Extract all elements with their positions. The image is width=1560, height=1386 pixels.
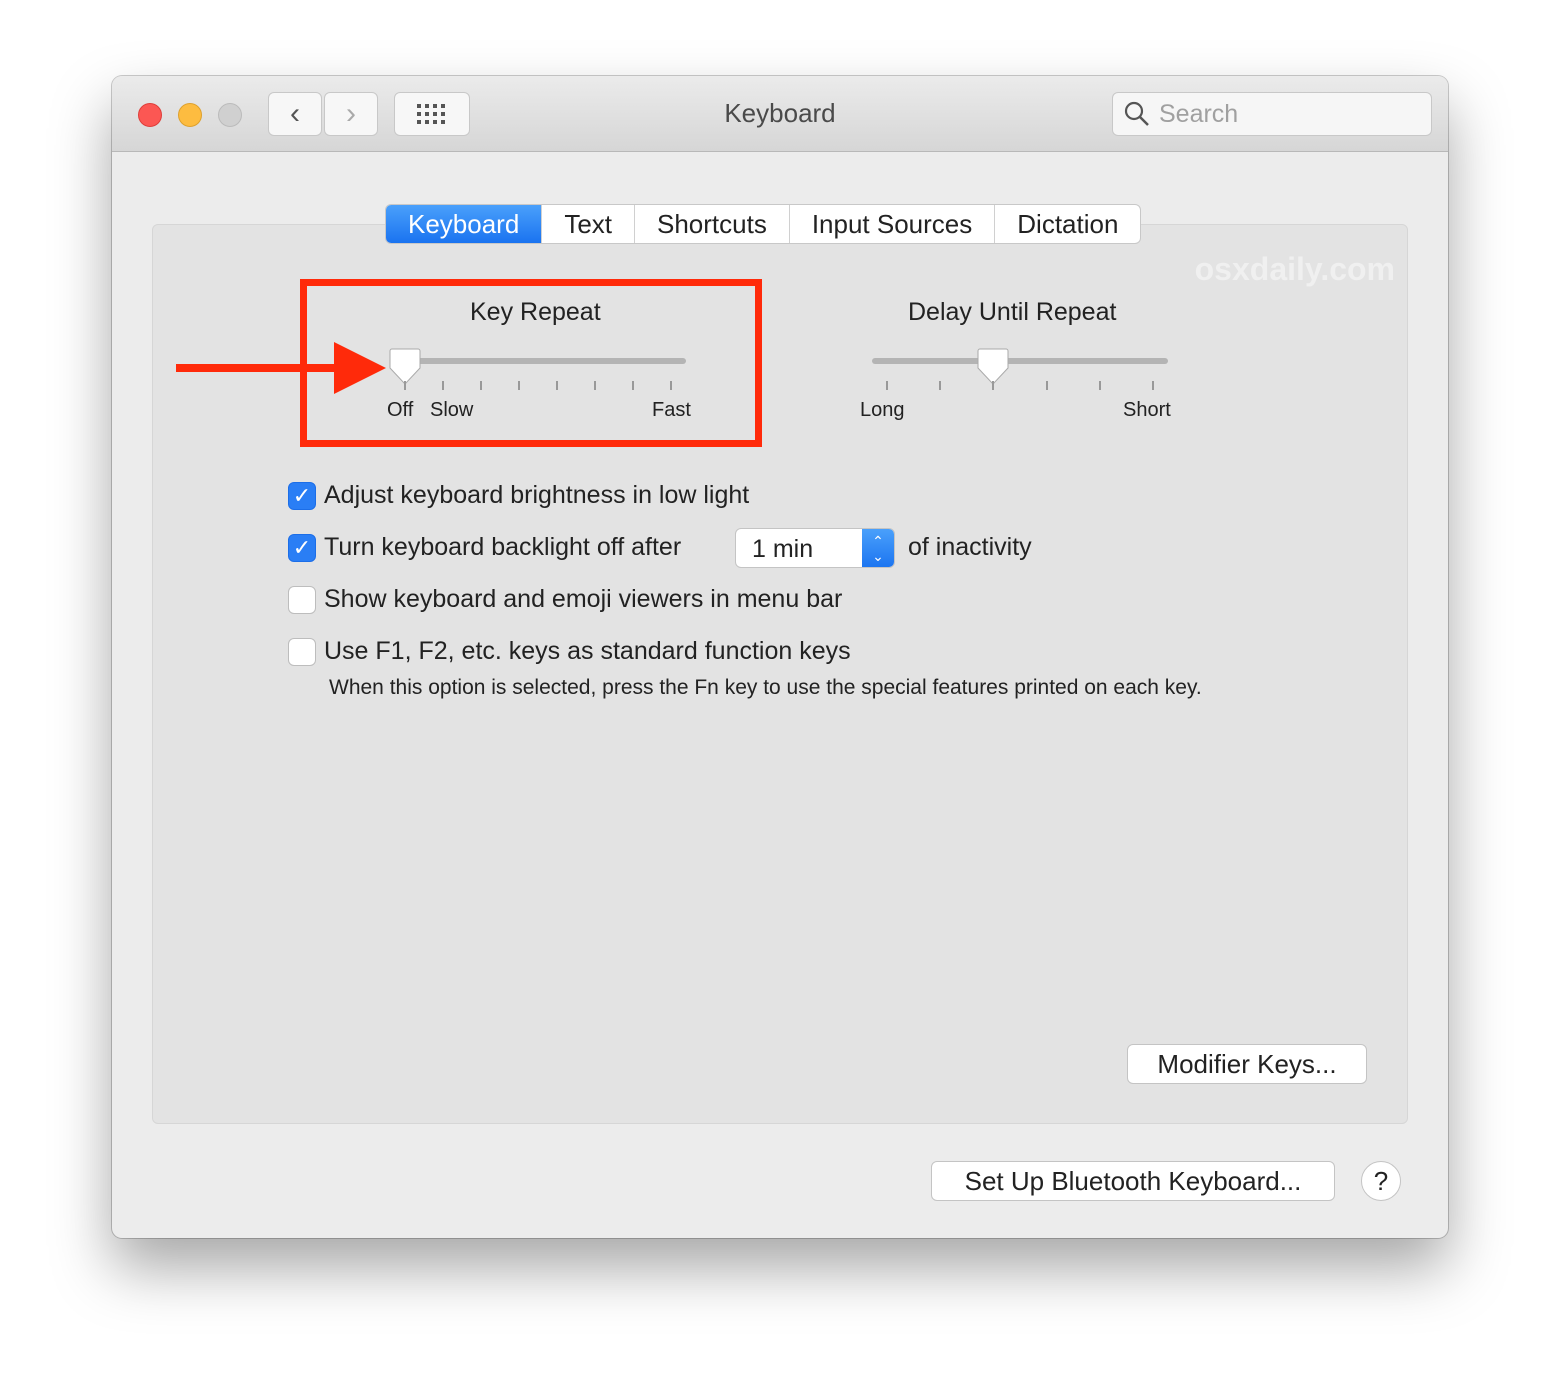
delay-tick [1098, 381, 1101, 390]
tab-dictation[interactable]: Dictation [994, 205, 1140, 243]
delay-slider[interactable] [872, 358, 1168, 364]
function-keys-note: When this option is selected, press the … [329, 676, 1202, 699]
backlight-label: Turn keyboard backlight off after [324, 533, 682, 561]
brightness-label: Adjust keyboard brightness in low light [324, 481, 750, 509]
search-placeholder: Search [1159, 99, 1239, 128]
backlight-checkbox[interactable]: ✓ [288, 534, 316, 562]
tab-shortcuts[interactable]: Shortcuts [634, 205, 789, 243]
backlight-timeout-select[interactable]: 1 min ⌃ ⌄ [735, 528, 895, 568]
tab-bar: Keyboard Text Shortcuts Input Sources Di… [385, 204, 1142, 244]
bluetooth-keyboard-button[interactable]: Set Up Bluetooth Keyboard... [931, 1161, 1335, 1201]
tab-keyboard[interactable]: Keyboard [386, 205, 542, 243]
function-keys-label: Use F1, F2, etc. keys as standard functi… [324, 637, 851, 665]
select-value: 1 min [752, 535, 814, 563]
title-bar: ‹ › Keyboard Search [112, 76, 1448, 152]
modifier-keys-button[interactable]: Modifier Keys... [1127, 1044, 1367, 1084]
delay-tick [992, 381, 995, 390]
help-button[interactable]: ? [1361, 1161, 1401, 1201]
keyboard-preferences-window: ‹ › Keyboard Search osxdaily.com Keyboar… [112, 76, 1448, 1238]
tab-text[interactable]: Text [541, 205, 634, 243]
watermark: osxdaily.com [1194, 251, 1395, 287]
annotation-arrow-icon [176, 342, 386, 394]
emoji-viewer-label: Show keyboard and emoji viewers in menu … [324, 585, 843, 613]
delay-short-label: Short [1123, 399, 1171, 421]
delay-tick [1152, 381, 1154, 390]
delay-tick [886, 381, 888, 390]
inactivity-label: of inactivity [908, 533, 1032, 561]
brightness-checkbox[interactable]: ✓ [288, 482, 316, 510]
delay-long-label: Long [860, 399, 905, 421]
function-keys-checkbox[interactable] [288, 638, 316, 666]
chevron-updown-icon: ⌃ ⌄ [862, 529, 894, 567]
search-icon [1124, 101, 1149, 126]
delay-tick [939, 381, 942, 390]
delay-title: Delay Until Repeat [908, 298, 1117, 326]
search-field[interactable]: Search [1112, 92, 1432, 136]
delay-tick [1045, 381, 1048, 390]
tab-input-sources[interactable]: Input Sources [788, 205, 994, 243]
emoji-viewer-checkbox[interactable] [288, 586, 316, 614]
